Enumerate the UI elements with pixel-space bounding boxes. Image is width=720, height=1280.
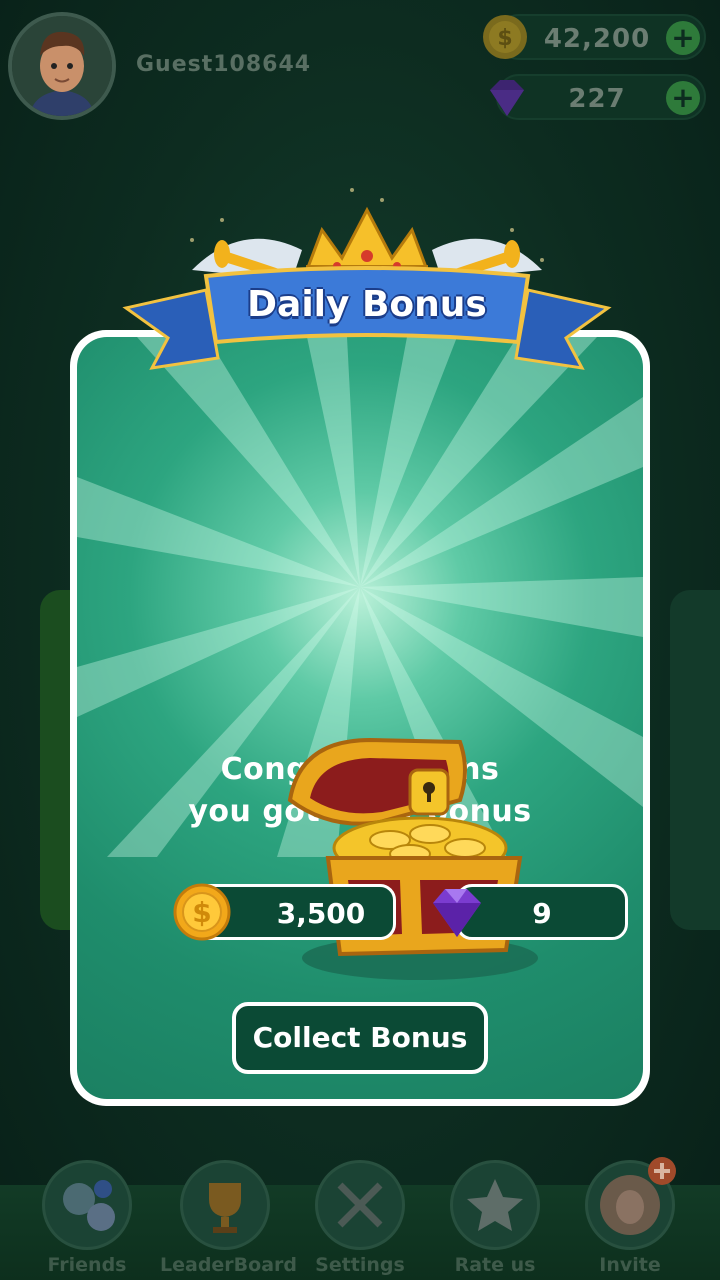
dialog-body: Congratulations you got daily bonus <box>77 337 643 1099</box>
treasure-chest-icon <box>287 737 538 980</box>
coin-balance: $ 42,200 + <box>483 14 706 60</box>
crown-ribbon-icon <box>122 188 612 370</box>
avatar[interactable] <box>8 12 116 120</box>
gem-reward: 9 <box>433 884 628 940</box>
nav-rate-us-label: Rate us <box>454 1254 536 1276</box>
gem-balance: 227 + <box>490 74 706 120</box>
invite-plus-icon <box>648 1157 676 1185</box>
nav-rate-us[interactable]: Rate us <box>430 1160 560 1280</box>
nav-leaderboard-label: LeaderBoard <box>160 1254 297 1276</box>
dialog-title: Daily Bonus <box>247 284 487 325</box>
add-gems-button[interactable]: + <box>666 81 700 115</box>
nav-friends-label: Friends <box>47 1254 127 1276</box>
background-panel-right <box>670 590 720 930</box>
coin-amount: 42,200 <box>543 24 651 54</box>
nav-leaderboard[interactable]: LeaderBoard <box>160 1160 297 1280</box>
coin-icon: $ <box>483 15 527 59</box>
friends-icon <box>42 1160 132 1250</box>
nav-settings[interactable]: Settings <box>295 1160 425 1280</box>
daily-bonus-dialog: Congratulations you got daily bonus $ 3,… <box>70 330 650 1106</box>
tools-icon <box>315 1160 405 1250</box>
nav-invite[interactable]: Invite <box>565 1157 695 1280</box>
svg-text:$: $ <box>497 26 512 51</box>
star-icon <box>450 1160 540 1250</box>
nav-invite-label: Invite <box>599 1254 661 1276</box>
light-rays <box>77 337 643 857</box>
add-coins-button[interactable]: + <box>666 21 700 55</box>
trophy-icon <box>180 1160 270 1250</box>
bottom-nav: Friends LeaderBoard Settings Rate us Inv… <box>0 1140 720 1280</box>
coin-icon: $ <box>173 883 231 941</box>
collect-bonus-button[interactable]: Collect Bonus <box>232 1002 488 1074</box>
coin-reward-amount: 3,500 <box>276 897 366 930</box>
coin-reward: $ 3,500 <box>173 883 396 941</box>
invite-icon <box>585 1157 676 1250</box>
gem-amount: 227 <box>568 84 626 114</box>
daily-bonus-banner: Daily Bonus <box>122 180 612 380</box>
gem-icon <box>490 80 524 116</box>
avatar-face-icon <box>12 16 112 116</box>
nav-friends[interactable]: Friends <box>22 1160 152 1280</box>
gem-reward-amount: 9 <box>532 897 552 930</box>
nav-settings-label: Settings <box>315 1254 405 1276</box>
svg-text:$: $ <box>192 896 211 929</box>
username-label: Guest108644 <box>136 52 312 77</box>
